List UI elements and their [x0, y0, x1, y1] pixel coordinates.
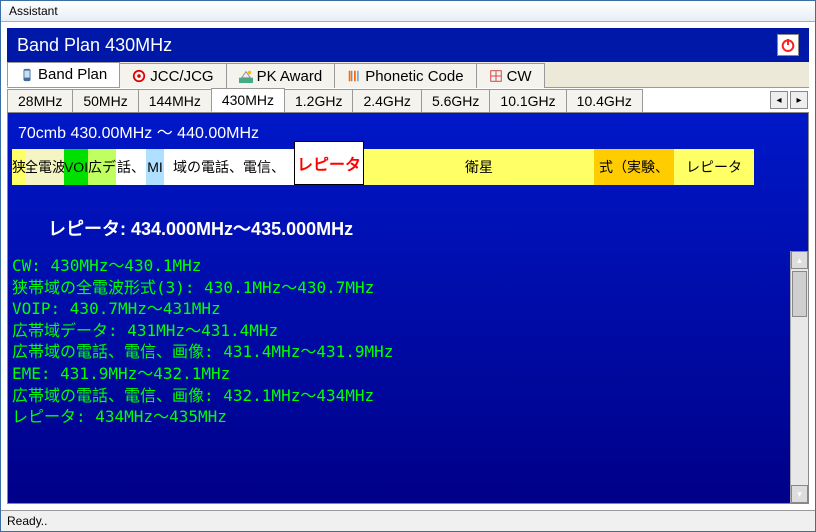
freq-subtab-1-2ghz[interactable]: 1.2GHz: [284, 89, 353, 112]
status-text: Ready..: [7, 514, 47, 528]
tab-label: Band Plan: [38, 66, 107, 83]
band-segment[interactable]: VOI: [64, 149, 88, 185]
client-area: Band Plan 430MHz Band Plan JCC/JCG: [1, 22, 815, 510]
freq-subtab-5-6ghz[interactable]: 5.6GHz: [421, 89, 490, 112]
vertical-scrollbar[interactable]: ▴ ▾: [790, 251, 808, 503]
freq-subtab-row: 28MHz50MHz144MHz430MHz1.2GHz2.4GHz5.6GHz…: [7, 88, 809, 113]
freq-subtab-10-1ghz[interactable]: 10.1GHz: [489, 89, 566, 112]
phone-icon: [20, 68, 34, 82]
tab-label: JCC/JCG: [150, 68, 213, 85]
band-segment[interactable]: レピータ: [674, 149, 754, 185]
scroll-right-button[interactable]: ▸: [790, 91, 808, 109]
tab-jcc-jcg[interactable]: JCC/JCG: [119, 63, 226, 88]
scroll-down-button[interactable]: ▾: [791, 485, 808, 503]
main-tabstrip: Band Plan JCC/JCG PK Award Phonetic Code: [7, 62, 809, 88]
band-segment[interactable]: 式（実験、: [594, 149, 674, 185]
tab-band-plan[interactable]: Band Plan: [7, 62, 120, 87]
band-range-label: 70cmb 430.00MHz ～ 440.00MHz: [8, 113, 808, 149]
band-segment[interactable]: MI: [146, 149, 164, 185]
page-title: Band Plan 430MHz: [17, 35, 172, 56]
scroll-thumb[interactable]: [792, 271, 807, 317]
content-panel: 70cmb 430.00MHz ～ 440.00MHz 狭全電波VOI広デ話、M…: [7, 113, 809, 504]
band-segment[interactable]: 広デ: [88, 149, 116, 185]
target-icon: [132, 69, 146, 83]
allocation-line: CW: 430MHz～430.1MHz: [12, 255, 786, 277]
tab-label: CW: [507, 68, 532, 85]
mountain-icon: [239, 69, 253, 83]
freq-subtab-430mhz[interactable]: 430MHz: [211, 88, 285, 112]
window-title: Assistant: [9, 4, 58, 18]
freq-subtab-28mhz[interactable]: 28MHz: [7, 89, 73, 112]
allocation-line: EME: 431.9MHz～432.1MHz: [12, 363, 786, 385]
scroll-up-button[interactable]: ▴: [791, 251, 808, 269]
freq-subtab-10-4ghz[interactable]: 10.4GHz: [566, 89, 643, 112]
band-segment[interactable]: 狭: [12, 149, 26, 185]
selected-segment-label: レピータ: 434.000MHz～435.000MHz: [8, 185, 808, 251]
allocation-line: レピータ: 434MHz～435MHz: [12, 406, 786, 428]
tab-label: PK Award: [257, 68, 323, 85]
band-segment[interactable]: 域の電話、電信、: [164, 149, 294, 185]
app-window: Assistant Band Plan 430MHz Band Plan: [0, 0, 816, 532]
header-bar: Band Plan 430MHz: [7, 28, 809, 62]
scroll-left-button[interactable]: ◂: [770, 91, 788, 109]
tab-pk-award[interactable]: PK Award: [226, 63, 336, 88]
allocation-list: CW: 430MHz～430.1MHz狭帯域の全電波形式(3): 430.1MH…: [8, 251, 790, 503]
tab-label: Phonetic Code: [365, 68, 463, 85]
freq-subtab-144mhz[interactable]: 144MHz: [138, 89, 212, 112]
freq-subtab-50mhz[interactable]: 50MHz: [72, 89, 138, 112]
allocation-line: 広帯域の電話、電信、画像: 431.4MHz～431.9MHz: [12, 341, 786, 363]
allocation-line: 狭帯域の全電波形式(3): 430.1MHz～430.7MHz: [12, 277, 786, 299]
power-icon: [780, 37, 796, 53]
tab-cw[interactable]: CW: [476, 63, 545, 88]
scroll-track[interactable]: [791, 269, 808, 485]
band-segment[interactable]: 全電波: [26, 149, 64, 185]
allocation-line: 広帯域の電話、電信、画像: 432.1MHz～434MHz: [12, 385, 786, 407]
freq-subtab-2-4ghz[interactable]: 2.4GHz: [352, 89, 421, 112]
grid-icon: [489, 69, 503, 83]
band-segment[interactable]: 話、: [116, 149, 146, 185]
band-segment[interactable]: 衛星: [364, 149, 594, 185]
barcode-icon: [347, 69, 361, 83]
status-bar: Ready..: [1, 510, 815, 531]
power-button[interactable]: [777, 34, 799, 56]
freq-subtabs: 28MHz50MHz144MHz430MHz1.2GHz2.4GHz5.6GHz…: [7, 88, 769, 112]
band-segments: 狭全電波VOI広デ話、MI域の電話、電信、レピータ衛星式（実験、レピータ: [12, 149, 804, 185]
allocation-line: VOIP: 430.7MHz～431MHz: [12, 298, 786, 320]
window-titlebar: Assistant: [1, 1, 815, 22]
allocation-list-area: CW: 430MHz～430.1MHz狭帯域の全電波形式(3): 430.1MH…: [8, 251, 808, 503]
band-segment[interactable]: レピータ: [294, 141, 364, 185]
tab-phonetic-code[interactable]: Phonetic Code: [334, 63, 476, 88]
allocation-line: 広帯域データ: 431MHz～431.4MHz: [12, 320, 786, 342]
